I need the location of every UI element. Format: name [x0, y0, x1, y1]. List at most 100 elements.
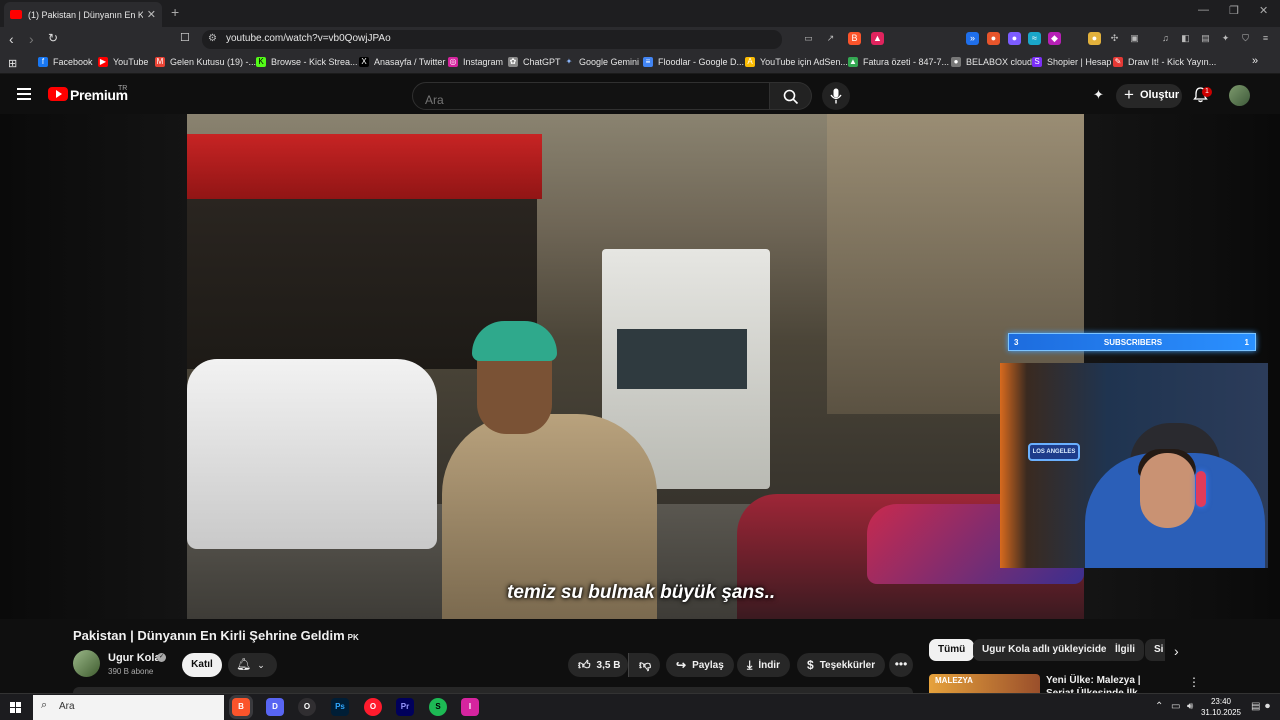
bookmark-facebook[interactable]: f Facebook — [38, 57, 93, 67]
windows-start-icon[interactable] — [10, 702, 21, 713]
bookmark-belabox[interactable]: ● BELABOX cloud — [951, 57, 1032, 67]
channel-name[interactable]: Ugur Kola — [108, 652, 161, 664]
bookmark-drawit[interactable]: ✎ Draw It! - Kick Yayın... — [1113, 57, 1216, 67]
brave-shields-icon[interactable]: B — [848, 32, 861, 45]
bookmark-twitter[interactable]: X Anasayfa / Twitter — [359, 57, 445, 67]
reload-icon[interactable]: ↻ — [48, 31, 58, 45]
hamburger-menu-icon[interactable] — [17, 88, 31, 100]
sidebar-icon[interactable]: ◧ — [1179, 32, 1192, 45]
extension-3-icon[interactable]: ● — [1008, 32, 1021, 45]
docs-icon: ≡ — [643, 57, 653, 67]
network-icon[interactable]: ▭ — [1171, 701, 1180, 712]
bookmark-adsense[interactable]: A YouTube için AdSen... — [745, 57, 848, 67]
url-field[interactable]: ⚙ youtube.com/watch?v=vb0QowjJPAo — [202, 30, 782, 49]
join-button[interactable]: Katıl — [182, 653, 222, 677]
recommended-video-menu-icon[interactable]: ⋮ — [1188, 675, 1200, 689]
chip-related[interactable]: İlgili — [1106, 639, 1144, 661]
maximize-button[interactable]: ❐ — [1229, 4, 1239, 17]
bookmark-shopier[interactable]: S Shopier | Hesap — [1032, 57, 1111, 67]
mic-status-icon: ⏺ — [1265, 701, 1270, 712]
bookmark-floodlar[interactable]: ≡ Floodlar - Google D... — [643, 57, 744, 67]
extension-1-icon[interactable]: » — [966, 32, 979, 45]
photoshop-icon[interactable]: Ps — [331, 698, 349, 716]
forward-icon[interactable]: › — [29, 31, 34, 47]
youtube-logo-icon[interactable] — [48, 87, 68, 101]
create-button[interactable]: + Oluştur — [1116, 84, 1182, 108]
extension-2-icon[interactable]: ● — [987, 32, 1000, 45]
close-window-button[interactable]: ✕ — [1259, 4, 1268, 17]
subscriber-goal-label: SUBSCRIBERS — [1103, 338, 1163, 347]
like-button[interactable]: 👍︎ 3,5 B — [568, 653, 628, 677]
close-tab-icon[interactable]: ✕ — [147, 8, 156, 21]
tray-overflow-icon[interactable]: ⌃ — [1155, 701, 1163, 712]
bookmark-instagram[interactable]: ◎ Instagram — [448, 57, 503, 67]
recommended-video-thumbnail[interactable]: MALEZYA — [929, 674, 1040, 693]
share-button[interactable]: ↪ Paylaş — [666, 653, 734, 677]
shopier-icon: S — [1032, 57, 1042, 67]
channel-avatar[interactable] — [73, 650, 100, 677]
youtube-header: Premium TR ✦ + Oluştur 1 — [0, 74, 1280, 114]
wallet-icon[interactable]: ▤ — [1199, 32, 1212, 45]
video-frame[interactable]: temiz su bulmak büyük şans.. — [187, 114, 1084, 619]
bookmark-gmail[interactable]: M Gelen Kutusu (19) -... — [155, 57, 256, 67]
spotify-icon[interactable]: S — [429, 698, 447, 716]
windows-taskbar: ⌕ Ara B D O Ps O Pr S I ⌃ ▭ 🔊︎ 23:40 31.… — [0, 693, 1280, 720]
menu-icon[interactable]: ≡ — [1259, 32, 1272, 45]
subscriber-count: 390 B abone — [108, 667, 154, 676]
subscription-notifications-button[interactable]: 🔔︎ ⌄ — [228, 653, 277, 677]
thanks-button[interactable]: $ Teşekkürler — [797, 653, 886, 677]
video-player[interactable]: temiz su bulmak büyük şans.. SUBSCRIBERS… — [0, 114, 1280, 619]
bookmark-kick[interactable]: K Browse - Kick Strea... — [256, 57, 358, 67]
screenshot-icon[interactable]: ▣ — [1128, 32, 1141, 45]
leo-icon[interactable]: ✦ — [1219, 32, 1232, 45]
chip-from-uploader[interactable]: Ugur Kola adlı yükleyiciden — [973, 639, 1122, 661]
back-icon[interactable]: ‹ — [9, 31, 14, 47]
extensions-icon[interactable]: ✣ — [1108, 32, 1121, 45]
more-horizontal-icon: ••• — [894, 657, 908, 671]
download-button[interactable]: ⤓ İndir — [737, 653, 790, 677]
apps-grid-icon[interactable]: ⊞ — [8, 57, 17, 70]
bookmark-fatura[interactable]: ▲ Fatura özeti - 847-7... — [848, 57, 949, 67]
extension-6-icon[interactable]: ● — [1088, 32, 1101, 45]
premiere-icon[interactable]: Pr — [396, 698, 414, 716]
brave-rewards-icon[interactable]: ▲ — [871, 32, 884, 45]
verified-check-icon: ✓ — [157, 653, 166, 662]
site-info-icon[interactable]: ⚙ — [208, 33, 217, 44]
bookmark-youtube[interactable]: ▶ YouTube — [98, 57, 148, 67]
more-bookmarks-icon[interactable]: » — [1252, 55, 1258, 67]
opera-icon[interactable]: O — [364, 698, 382, 716]
media-icon[interactable]: ♫ — [1159, 32, 1172, 45]
chips-next-icon[interactable]: › — [1174, 643, 1179, 659]
taskbar-clock[interactable]: 23:40 31.10.2025 — [1197, 696, 1245, 718]
voice-search-button[interactable] — [822, 82, 850, 110]
vpn-icon[interactable]: ⛉ — [1239, 32, 1252, 45]
dislike-button[interactable]: 👎︎ — [628, 653, 660, 677]
url-text: youtube.com/watch?v=vb0QowjJPAo — [226, 33, 391, 44]
search-button[interactable] — [770, 82, 812, 110]
cast-extension-icon[interactable]: ✦ — [1093, 87, 1104, 103]
cast-icon[interactable]: ▭ — [802, 32, 815, 45]
extension-4-icon[interactable]: ≈ — [1028, 32, 1041, 45]
minimize-button[interactable]: — — [1198, 4, 1209, 16]
chip-partial[interactable]: Si — [1145, 639, 1165, 661]
search-input[interactable] — [412, 82, 770, 110]
instagram-icon: ◎ — [448, 57, 458, 67]
bookmark-gemini[interactable]: ✦ Google Gemini — [564, 57, 639, 67]
extension-5-icon[interactable]: ◆ — [1048, 32, 1061, 45]
taskbar-search[interactable]: ⌕ Ara — [33, 695, 224, 720]
recommended-video-title[interactable]: Yeni Ülke: Malezya | Şeriat Ülkesinde İl… — [1046, 674, 1166, 693]
obs-icon[interactable]: O — [298, 698, 316, 716]
user-avatar[interactable] — [1229, 85, 1250, 106]
chip-all[interactable]: Tümü — [929, 639, 975, 661]
brave-icon[interactable]: B — [232, 698, 250, 716]
share-page-icon[interactable]: ↗ — [824, 32, 837, 45]
new-tab-button[interactable]: + — [171, 4, 179, 20]
browser-tab[interactable]: (1) Pakistan | Dünyanın En Kirli Ş ✕ — [4, 2, 162, 27]
bookmark-icon[interactable]: ☐ — [180, 31, 190, 44]
instagram-app-icon[interactable]: I — [461, 698, 479, 716]
volume-icon[interactable]: 🔊︎ — [1187, 701, 1193, 712]
notification-center-icon[interactable]: ▤ — [1251, 701, 1260, 712]
more-actions-button[interactable]: ••• — [889, 653, 913, 677]
bookmark-chatgpt[interactable]: ✿ ChatGPT — [508, 57, 561, 67]
discord-icon[interactable]: D — [266, 698, 284, 716]
